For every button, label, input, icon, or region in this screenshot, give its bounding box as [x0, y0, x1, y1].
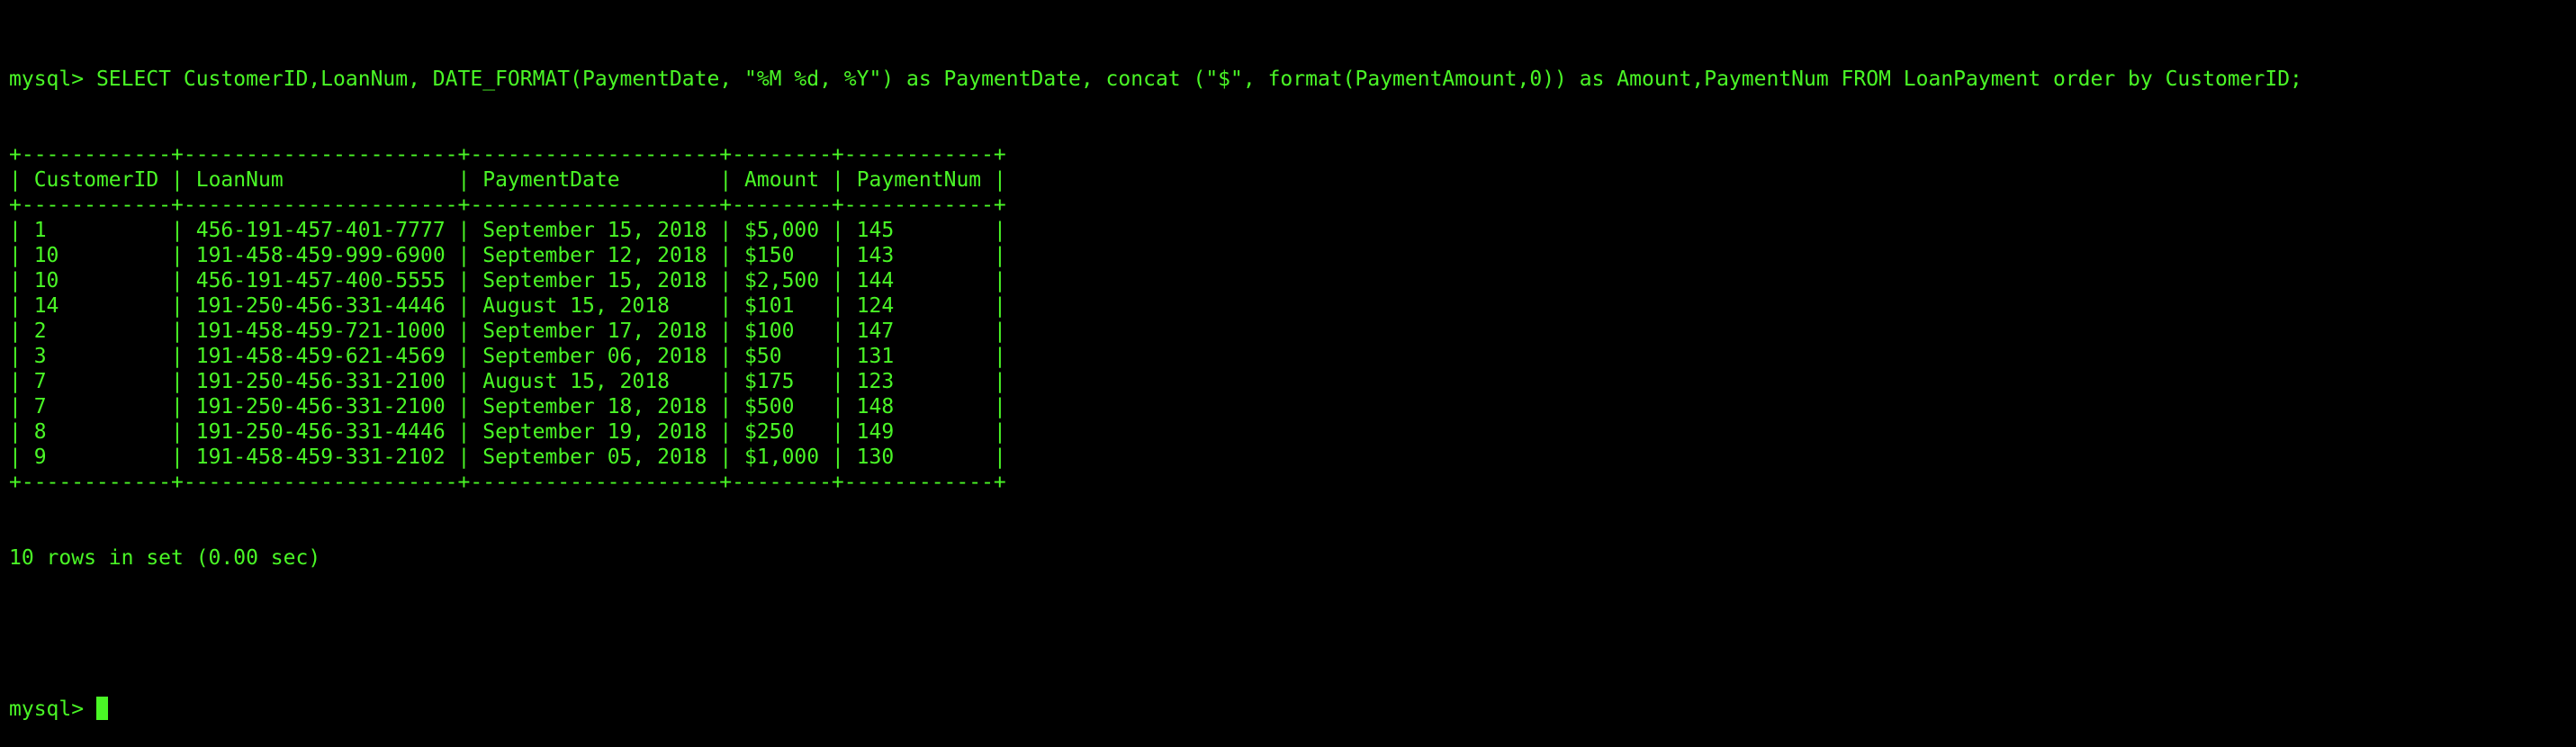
table-cell: 10: [33, 269, 59, 292]
table-cell: 10: [33, 244, 59, 267]
table-cell: 9: [33, 446, 47, 469]
table-cell: September 06, 2018: [482, 345, 707, 368]
table-cell: September 12, 2018: [482, 244, 707, 267]
table-cell: 1: [33, 219, 47, 242]
result-status: 10 rows in set (0.00 sec): [9, 546, 321, 570]
table-cell: $500: [744, 395, 795, 418]
table-cell: $175: [744, 370, 795, 393]
table-cell: 191-250-456-331-2100: [195, 395, 446, 418]
table-cell: 191-458-459-999-6900: [195, 244, 446, 267]
table-row: | 14 | 191-250-456-331-4446 | August 15,…: [9, 294, 1006, 318]
column-header: CustomerID: [33, 168, 159, 192]
column-header: LoanNum: [195, 168, 284, 192]
table-cell: 149: [856, 420, 895, 444]
table-cell: 456-191-457-401-7777: [195, 219, 446, 242]
command-line: mysql> SELECT CustomerID,LoanNum, DATE_F…: [9, 67, 2302, 92]
table-cell: 3: [33, 345, 47, 368]
table-cell: $1,000: [744, 446, 820, 469]
mysql-prompt: mysql>: [9, 68, 96, 91]
table-cell: 191-250-456-331-4446: [195, 294, 446, 318]
table-cell: 130: [856, 446, 895, 469]
table-cell: August 15, 2018: [482, 294, 670, 318]
table-cell: $100: [744, 320, 795, 343]
table-cell: 456-191-457-400-5555: [195, 269, 446, 292]
table-cell: September 19, 2018: [482, 420, 707, 444]
table-border-top: +------------+----------------------+---…: [9, 143, 1006, 166]
column-header: PaymentDate: [482, 168, 620, 192]
table-cell: 131: [856, 345, 895, 368]
table-cell: September 17, 2018: [482, 320, 707, 343]
table-cell: 7: [33, 395, 47, 418]
table-cell: 143: [856, 244, 895, 267]
table-cell: $50: [744, 345, 782, 368]
table-row: | 2 | 191-458-459-721-1000 | September 1…: [9, 320, 1006, 343]
table-cell: 148: [856, 395, 895, 418]
text-cursor[interactable]: [95, 697, 108, 720]
result-table: +------------+----------------------+---…: [9, 142, 2302, 495]
input-line[interactable]: mysql>: [9, 697, 2302, 722]
table-cell: 7: [33, 370, 47, 393]
mysql-prompt-final: mysql>: [9, 698, 96, 721]
table-cell: 191-250-456-331-2100: [195, 370, 446, 393]
table-cell: 147: [856, 320, 895, 343]
table-cell: September 05, 2018: [482, 446, 707, 469]
table-border-header: +------------+----------------------+---…: [9, 194, 1006, 217]
table-header: | CustomerID | LoanNum | PaymentDate | A…: [9, 168, 1006, 192]
table-cell: 124: [856, 294, 895, 318]
table-cell: September 15, 2018: [482, 269, 707, 292]
table-row: | 10 | 456-191-457-400-5555 | September …: [9, 269, 1006, 292]
table-cell: 145: [856, 219, 895, 242]
table-cell: $2,500: [744, 269, 820, 292]
table-cell: 191-250-456-331-4446: [195, 420, 446, 444]
table-cell: 14: [33, 294, 59, 318]
table-cell: 191-458-459-331-2102: [195, 446, 446, 469]
table-row: | 3 | 191-458-459-621-4569 | September 0…: [9, 345, 1006, 368]
table-cell: $101: [744, 294, 795, 318]
table-row: | 8 | 191-250-456-331-4446 | September 1…: [9, 420, 1006, 444]
table-row: | 1 | 456-191-457-401-7777 | September 1…: [9, 219, 1006, 242]
table-cell: $5,000: [744, 219, 820, 242]
table-cell: September 18, 2018: [482, 395, 707, 418]
table-cell: 123: [856, 370, 895, 393]
table-cell: 191-458-459-721-1000: [195, 320, 446, 343]
table-row: | 10 | 191-458-459-999-6900 | September …: [9, 244, 1006, 267]
table-cell: August 15, 2018: [482, 370, 670, 393]
table-row: | 9 | 191-458-459-331-2102 | September 0…: [9, 446, 1006, 469]
terminal-window[interactable]: mysql> SELECT CustomerID,LoanNum, DATE_F…: [9, 16, 2302, 747]
column-header: PaymentNum: [856, 168, 982, 192]
table-cell: 144: [856, 269, 895, 292]
sql-command: SELECT CustomerID,LoanNum, DATE_FORMAT(P…: [95, 68, 2302, 91]
table-cell: $250: [744, 420, 795, 444]
table-cell: 191-458-459-621-4569: [195, 345, 446, 368]
table-row: | 7 | 191-250-456-331-2100 | August 15, …: [9, 370, 1006, 393]
column-header: Amount: [744, 168, 820, 192]
table-cell: 2: [33, 320, 47, 343]
table-row: | 7 | 191-250-456-331-2100 | September 1…: [9, 395, 1006, 418]
table-border-bottom: +------------+----------------------+---…: [9, 471, 1006, 494]
table-cell: 8: [33, 420, 47, 444]
table-cell: $150: [744, 244, 795, 267]
table-cell: September 15, 2018: [482, 219, 707, 242]
